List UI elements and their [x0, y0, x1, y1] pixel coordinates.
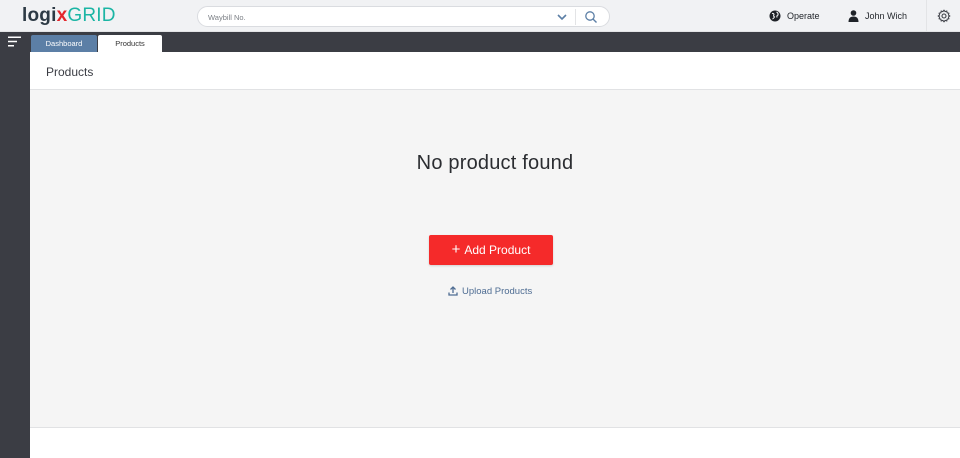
page-title: Products: [46, 65, 94, 79]
page-header: Products: [30, 52, 960, 90]
logo[interactable]: logixGRID: [22, 5, 116, 27]
logo-text-x: x: [56, 5, 68, 26]
user-icon: [848, 10, 859, 22]
user-menu[interactable]: John Wich: [848, 8, 907, 24]
tab-bar: Dashboard Products: [30, 32, 960, 52]
search-divider: [575, 9, 576, 25]
sidebar: [0, 32, 30, 458]
page-footer: [30, 428, 960, 458]
waybill-search-input[interactable]: [208, 10, 538, 24]
add-product-button[interactable]: + Add Product: [429, 235, 553, 265]
upload-icon: [448, 286, 458, 296]
gear-icon[interactable]: [937, 9, 951, 23]
chevron-down-icon[interactable]: [555, 11, 569, 23]
waybill-search-box: [197, 6, 610, 27]
upload-products-link[interactable]: Upload Products: [448, 284, 532, 298]
upload-products-label: Upload Products: [462, 285, 533, 297]
add-product-label: Add Product: [464, 243, 531, 257]
hamburger-icon[interactable]: [8, 36, 21, 47]
globe-icon: [769, 10, 781, 22]
tab-dashboard[interactable]: Dashboard: [31, 35, 97, 52]
operate-menu[interactable]: Operate: [769, 8, 820, 24]
settings-divider: [926, 0, 927, 32]
operate-label: Operate: [787, 11, 820, 21]
empty-state-message: No product found: [416, 152, 574, 174]
user-name: John Wich: [865, 11, 908, 21]
logo-text-grid: GRID: [67, 5, 116, 26]
search-icon[interactable]: [584, 10, 598, 24]
tab-products[interactable]: Products: [98, 35, 162, 52]
top-navbar: logixGRID Operate John Wich: [0, 0, 960, 32]
logo-text-logi: logi: [22, 5, 57, 26]
plus-icon: +: [451, 241, 461, 258]
empty-state-panel: No product found + Add Product Upload Pr…: [30, 90, 960, 428]
